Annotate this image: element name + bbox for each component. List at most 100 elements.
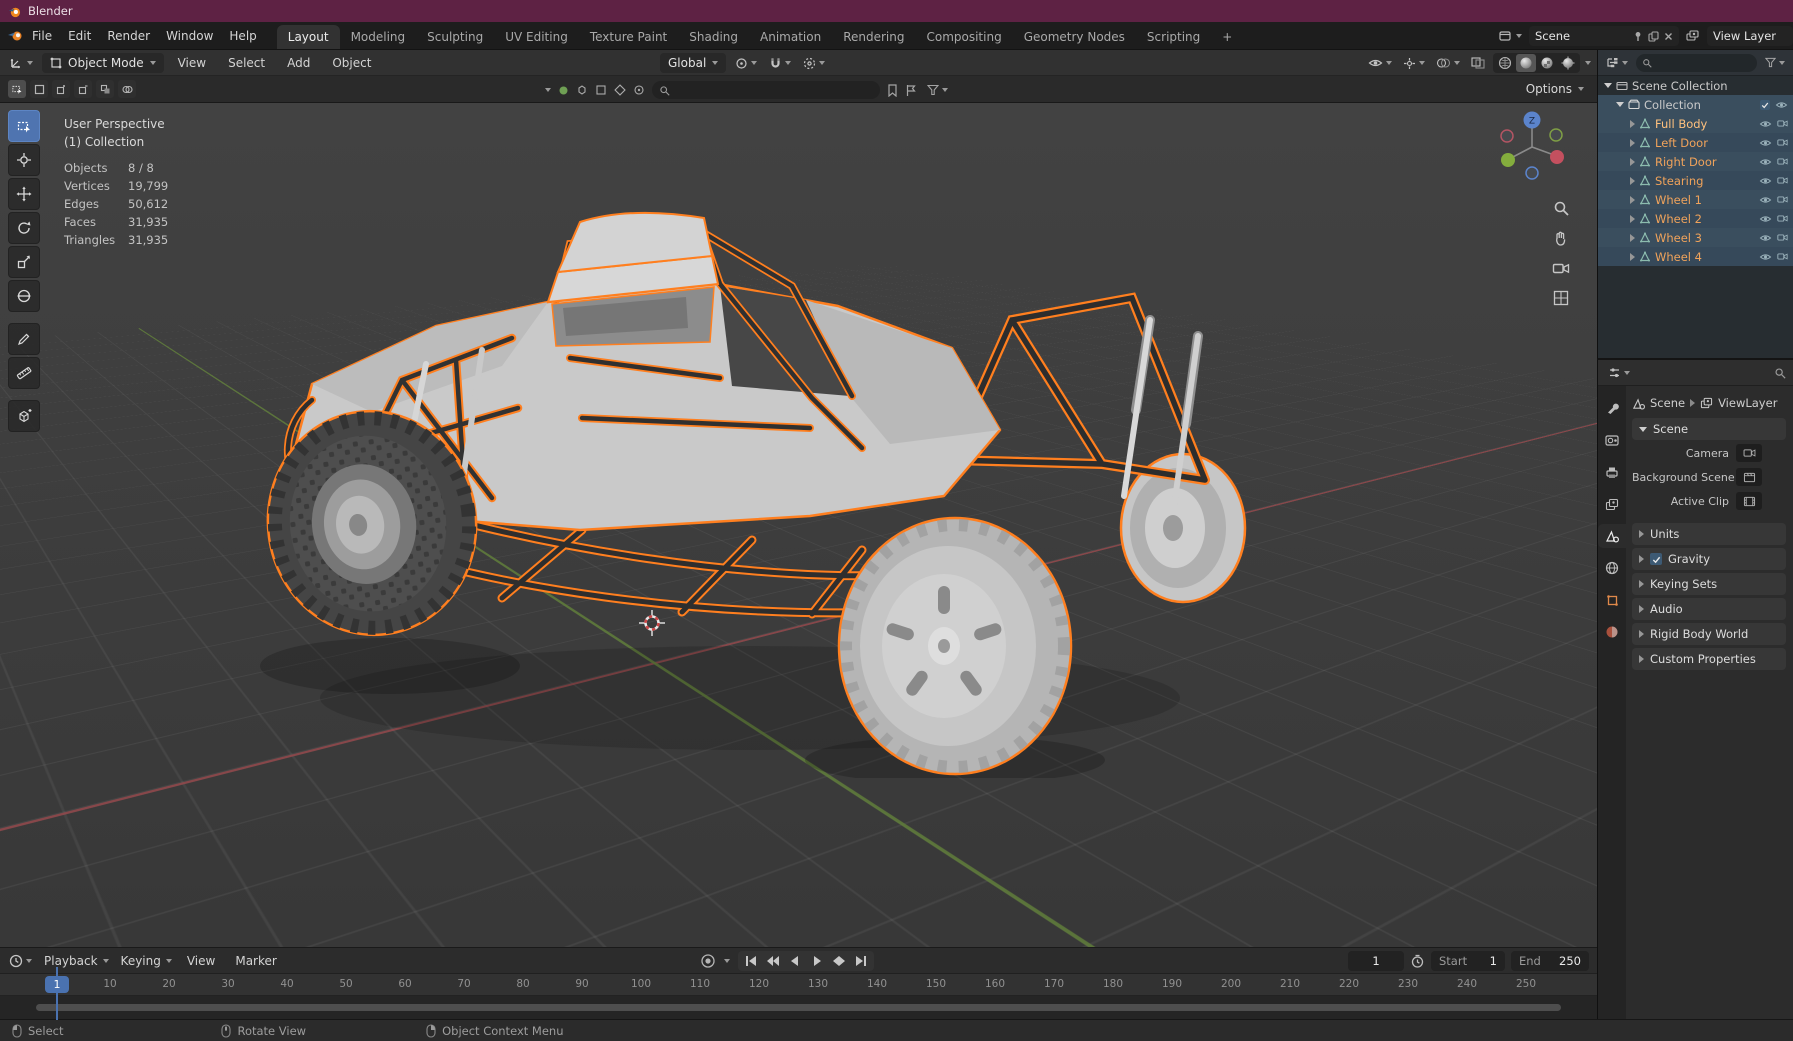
camera-view-icon[interactable] [1552, 261, 1570, 276]
visibility-eye-icon[interactable] [1759, 176, 1772, 186]
menu-timeline-view[interactable]: View [179, 948, 223, 973]
use-preview-range-icon[interactable] [1410, 954, 1425, 969]
menu-object[interactable]: Object [324, 50, 379, 75]
outliner-object-row[interactable]: Wheel 3 [1598, 228, 1793, 247]
expand-arrow-icon[interactable] [1630, 214, 1635, 223]
orientation-dropdown[interactable]: Global [660, 53, 727, 73]
viewport-3d[interactable]: User Perspective (1) Collection Objects 8… [0, 103, 1597, 947]
outliner-object-name[interactable]: Wheel 4 [1655, 250, 1702, 264]
breadcrumb-view-layer[interactable]: ViewLayer [1718, 396, 1777, 410]
active-clip-picker-button[interactable] [1736, 492, 1762, 510]
panel-custom-properties[interactable]: Custom Properties [1632, 648, 1786, 670]
tool-rotate[interactable] [8, 212, 40, 244]
pin-icon[interactable] [1633, 31, 1643, 42]
render-visibility-icon[interactable] [1777, 176, 1788, 185]
select-mode-intersect-button[interactable] [118, 80, 136, 98]
gravity-checkbox[interactable] [1650, 553, 1662, 565]
background-scene-picker-button[interactable] [1736, 468, 1762, 486]
shading-rendered-button[interactable] [1558, 54, 1578, 72]
select-mode-invert-button[interactable] [96, 80, 114, 98]
visibility-eye-icon[interactable] [1775, 100, 1788, 110]
tool-add-cube[interactable] [8, 400, 40, 432]
snap-edge-icon[interactable] [595, 84, 607, 96]
timeline-track-area[interactable] [0, 996, 1597, 1019]
scene-name-field[interactable]: Scene [1529, 26, 1679, 46]
panel-units[interactable]: Units [1632, 523, 1786, 545]
menu-keying[interactable]: Keying [116, 951, 175, 971]
timeline-ruler[interactable]: 10 20 30 40 50 60 70 80 90 100 110 120 130 140 150 160 1… [0, 974, 1597, 996]
menu-marker[interactable]: Marker [227, 948, 284, 973]
tab-rendering[interactable]: Rendering [832, 25, 915, 49]
outliner-object-name[interactable]: Right Door [1655, 155, 1717, 169]
overlays-dropdown[interactable] [1433, 53, 1463, 73]
browse-scene-button[interactable] [1496, 26, 1525, 46]
tab-world-properties[interactable] [1598, 556, 1626, 580]
tab-geometry-nodes[interactable]: Geometry Nodes [1013, 25, 1136, 49]
menu-playback[interactable]: Playback [39, 951, 112, 971]
render-visibility-icon[interactable] [1777, 195, 1788, 204]
snap-face-icon[interactable] [614, 84, 626, 96]
outliner-row-collection[interactable]: Collection [1598, 95, 1793, 114]
visibility-eye-icon[interactable] [1759, 233, 1772, 243]
tool-scale[interactable] [8, 246, 40, 278]
outliner-object-name[interactable]: Wheel 3 [1655, 231, 1702, 245]
snap-increment-icon[interactable] [558, 85, 569, 96]
play-button[interactable] [807, 952, 827, 970]
editor-type-button[interactable] [6, 53, 36, 73]
tool-measure[interactable] [8, 357, 40, 389]
menu-file[interactable]: File [24, 22, 60, 49]
tab-tool-properties[interactable] [1598, 396, 1626, 420]
menu-select[interactable]: Select [220, 50, 273, 75]
tool-search-field[interactable] [652, 81, 880, 99]
outliner-object-row[interactable]: Left Door [1598, 133, 1793, 152]
outliner-object-name[interactable]: Stearing [1655, 174, 1703, 188]
snap-options-chevron[interactable] [545, 88, 551, 92]
navigation-gizmo[interactable]: Z [1494, 109, 1570, 185]
tab-material-properties[interactable] [1598, 620, 1626, 644]
expand-arrow-icon[interactable] [1630, 119, 1635, 128]
blender-menu-icon[interactable] [8, 30, 24, 42]
tab-sculpting[interactable]: Sculpting [416, 25, 494, 49]
menu-add[interactable]: Add [279, 50, 318, 75]
select-mode-extend-button[interactable] [52, 80, 70, 98]
visibility-eye-icon[interactable] [1759, 214, 1772, 224]
mode-dropdown[interactable]: Object Mode [42, 52, 164, 73]
camera-picker-button[interactable] [1736, 444, 1762, 462]
gizmo-x-axis[interactable] [1550, 150, 1564, 164]
frame-end-field[interactable]: End 250 [1511, 951, 1589, 971]
ortho-grid-icon[interactable] [1552, 289, 1570, 307]
filter-button[interactable] [924, 80, 951, 100]
render-visibility-icon[interactable] [1777, 214, 1788, 223]
pivot-point-button[interactable] [732, 53, 760, 73]
collection-exclude-checkbox[interactable] [1760, 99, 1770, 110]
visibility-eye-icon[interactable] [1759, 157, 1772, 167]
outliner-filter-button[interactable] [1762, 53, 1788, 73]
auto-key-record-icon[interactable] [700, 953, 716, 969]
render-visibility-icon[interactable] [1777, 233, 1788, 242]
tab-animation[interactable]: Animation [749, 25, 832, 49]
tab-shading[interactable]: Shading [678, 25, 749, 49]
menu-help[interactable]: Help [221, 22, 264, 49]
snap-volume-icon[interactable] [633, 84, 645, 96]
tab-scene-properties[interactable] [1598, 524, 1626, 548]
expand-arrow-icon[interactable] [1630, 176, 1635, 185]
outliner-object-name[interactable]: Wheel 2 [1655, 212, 1702, 226]
menu-window[interactable]: Window [158, 22, 221, 49]
tab-render-properties[interactable] [1598, 428, 1626, 452]
tab-layout[interactable]: Layout [276, 25, 340, 49]
tab-texture-paint[interactable]: Texture Paint [579, 25, 678, 49]
expand-arrow-icon[interactable] [1604, 83, 1612, 88]
zoom-icon[interactable] [1552, 199, 1570, 217]
tool-select-box[interactable] [8, 110, 40, 142]
tool-annotate[interactable] [8, 323, 40, 355]
new-scene-icon[interactable] [1648, 30, 1659, 42]
add-workspace-button[interactable]: + [1211, 25, 1243, 49]
shading-options-chevron[interactable] [1585, 61, 1591, 65]
play-reverse-button[interactable] [785, 952, 805, 970]
marker-flag-icon[interactable] [905, 84, 917, 97]
collection-name[interactable]: Collection [1644, 98, 1701, 112]
jump-to-end-button[interactable] [851, 952, 871, 970]
gizmo-neg-x-axis[interactable] [1500, 129, 1514, 143]
gizmo-y-axis[interactable] [1501, 153, 1515, 167]
render-visibility-icon[interactable] [1777, 157, 1788, 166]
